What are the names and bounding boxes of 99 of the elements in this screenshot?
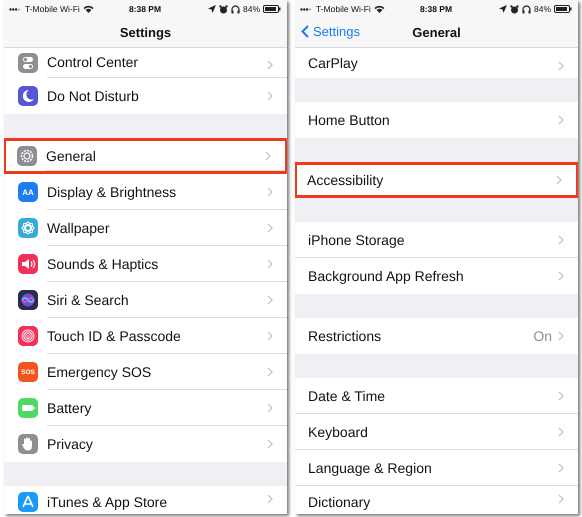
settings-row[interactable]: Control Center [4, 48, 287, 78]
settings-row[interactable]: iTunes & App Store [4, 486, 287, 514]
chevron-icon [558, 390, 564, 400]
settings-row[interactable]: Accessibility [295, 162, 578, 198]
chevron-icon [267, 439, 273, 449]
chevron-icon [556, 175, 562, 185]
chevron-icon [558, 494, 564, 504]
chevron-icon [558, 271, 564, 281]
chevron-icon [267, 402, 273, 412]
settings-row[interactable]: Date & Time [295, 378, 578, 414]
row-label: Control Center [47, 54, 140, 70]
carrier-name: T-Mobile Wi-Fi [25, 4, 80, 14]
back-chevron-icon [301, 25, 309, 38]
chevron-icon [267, 222, 273, 232]
chevron-icon [558, 462, 564, 472]
settings-row[interactable]: Privacy [4, 426, 287, 462]
row-label: Sounds & Haptics [47, 256, 160, 272]
settings-row[interactable]: Siri & Search [4, 282, 287, 318]
app-icon: AA [18, 182, 38, 202]
location-arrow-icon [498, 5, 507, 13]
chevron-icon [267, 258, 273, 268]
row-value: On [533, 328, 552, 344]
settings-row[interactable]: General [4, 138, 287, 174]
alarm-clock-icon [218, 4, 228, 14]
settings-row[interactable]: AA Display & Brightness [4, 174, 287, 210]
row-label: Dictionary [308, 494, 372, 510]
row-label: Date & Time [308, 388, 386, 404]
settings-row[interactable]: CarPlay [295, 48, 578, 78]
settings-row[interactable]: Wallpaper [4, 210, 287, 246]
settings-row[interactable]: Dictionary [295, 486, 578, 514]
back-button[interactable]: Settings [301, 24, 360, 39]
gear-tile-icon [17, 146, 37, 166]
row-label: Do Not Disturb [47, 88, 140, 104]
chevron-icon [267, 366, 273, 376]
battery-percent: 84% [242, 4, 260, 14]
row-label: Battery [47, 400, 92, 416]
chevron-icon [267, 294, 273, 304]
chevron-icon [267, 60, 273, 70]
row-label: Language & Region [308, 460, 433, 476]
chevron-icon [558, 234, 564, 244]
chevron-icon [267, 330, 273, 340]
row-label: Home Button [308, 112, 391, 128]
settings-row[interactable]: Background App Refresh [295, 258, 578, 294]
status-time: 8:38 PM [420, 4, 452, 14]
battery-icon [554, 5, 572, 13]
screen-title: Settings [120, 25, 172, 40]
settings-row[interactable]: iPhone Storage [295, 222, 578, 258]
row-label: General [46, 148, 97, 164]
carrier-name: T-Mobile Wi-Fi [316, 4, 371, 14]
headphones-icon [522, 4, 531, 14]
row-label: Keyboard [308, 424, 369, 440]
screen-title: General [412, 25, 461, 40]
chevron-icon [558, 331, 564, 341]
location-arrow-icon [208, 5, 216, 13]
chevron-icon [558, 426, 564, 436]
speaker-tile-icon [18, 254, 38, 274]
settings-row[interactable]: Sounds & Haptics [4, 246, 287, 282]
row-label: iTunes & App Store [47, 494, 168, 510]
chevron-icon [265, 150, 271, 160]
signal-icon [9, 6, 22, 12]
battery-tile-icon [18, 398, 38, 418]
chevron-icon [558, 115, 564, 125]
settings-row[interactable]: Keyboard [295, 414, 578, 450]
row-label: Display & Brightness [47, 184, 178, 200]
row-label: Privacy [47, 436, 94, 452]
settings-row[interactable]: Touch ID & Passcode [4, 318, 287, 354]
flower-tile-icon [18, 218, 38, 238]
row-label: Background App Refresh [308, 268, 465, 284]
store-tile-icon [18, 492, 38, 512]
toggles-tile-icon [18, 53, 38, 73]
wifi-icon [374, 5, 385, 13]
fingerprint-tile-icon [18, 326, 38, 346]
row-label: Siri & Search [47, 292, 130, 308]
row-label: Accessibility [307, 172, 384, 188]
settings-row[interactable]: Do Not Disturb [4, 78, 287, 114]
battery-percent: 84% [534, 4, 551, 14]
row-label: CarPlay [308, 55, 359, 71]
chevron-icon [267, 91, 273, 101]
headphones-icon [230, 4, 240, 14]
battery-icon [263, 5, 281, 13]
wifi-icon [82, 5, 94, 13]
row-label: Restrictions [308, 328, 382, 344]
moon-tile-icon [18, 86, 38, 106]
chevron-icon [558, 61, 564, 71]
settings-row[interactable]: Battery [4, 390, 287, 426]
settings-row[interactable]: Home Button [295, 102, 578, 138]
row-label: Wallpaper [47, 220, 111, 236]
chevron-icon [267, 186, 273, 196]
orb-tile-icon [18, 290, 38, 310]
status-time: 8:38 PM [128, 4, 162, 14]
row-label: Emergency SOS [47, 364, 152, 380]
row-label: Touch ID & Passcode [47, 328, 182, 344]
hand-tile-icon [18, 434, 38, 454]
row-label: iPhone Storage [308, 232, 406, 248]
signal-icon [300, 6, 313, 12]
settings-row[interactable]: Restrictions On [295, 318, 578, 354]
alarm-clock-icon [510, 4, 519, 14]
chevron-icon [267, 494, 273, 504]
settings-row[interactable]: Language & Region [295, 450, 578, 486]
